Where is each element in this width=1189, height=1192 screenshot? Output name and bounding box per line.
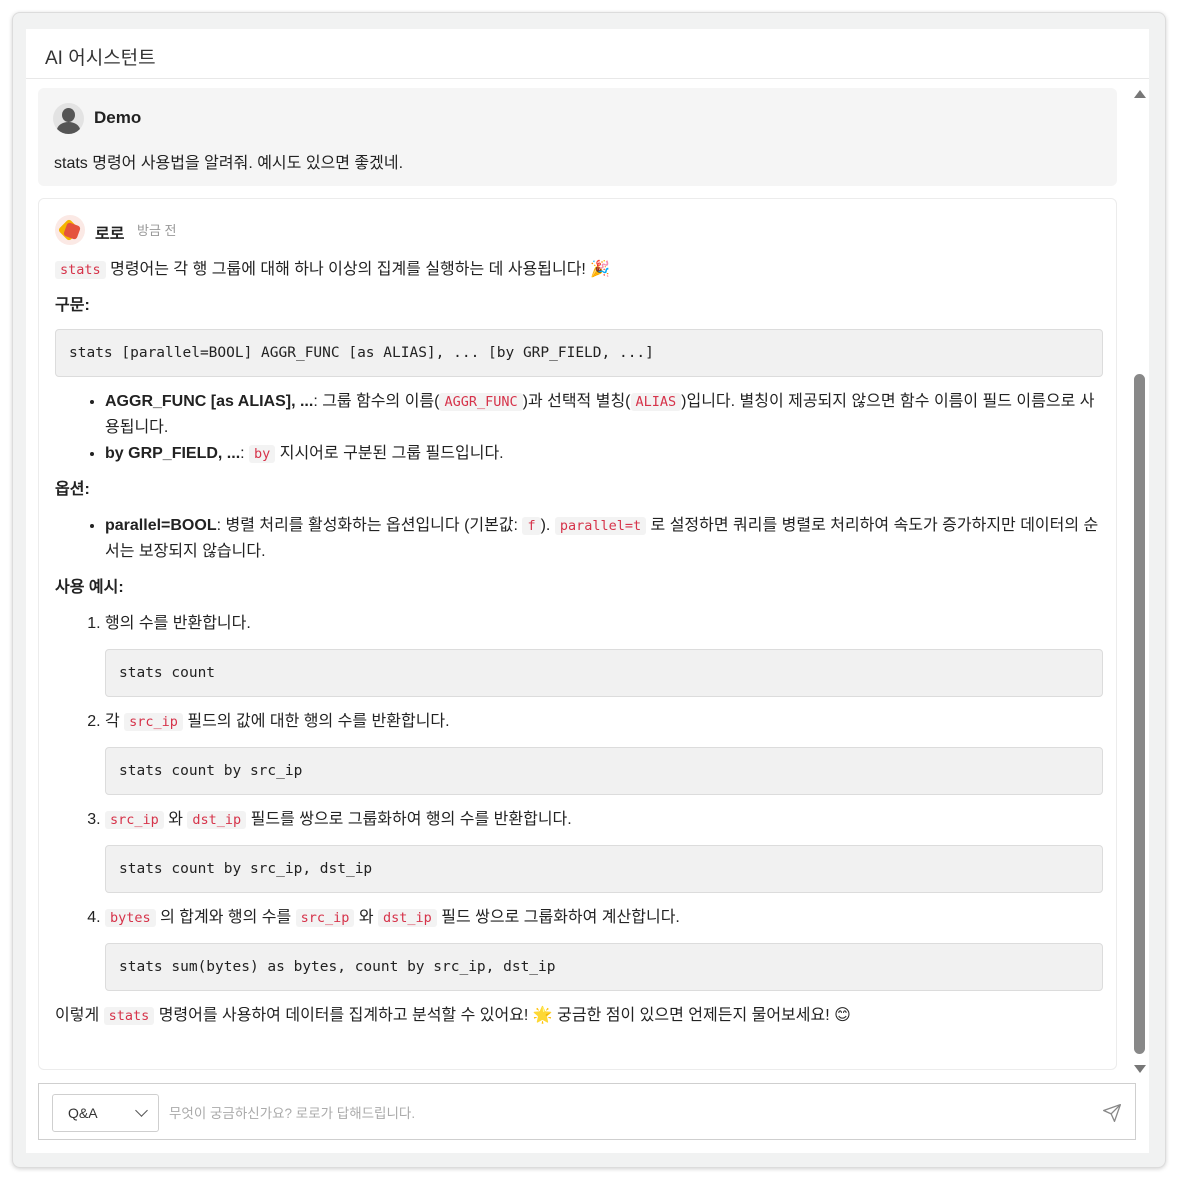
example-item: 행의 수를 반환합니다. stats count xyxy=(105,611,1103,697)
outro-text: 명령어를 사용하여 데이터를 집계하고 분석할 수 있어요! 🌟 궁금한 점이 … xyxy=(154,1007,851,1024)
message-composer: Q&A xyxy=(38,1083,1136,1140)
example-text: 와 xyxy=(354,909,379,926)
inline-code: dst_ip xyxy=(378,909,437,927)
example-code-block[interactable]: stats count xyxy=(105,649,1103,697)
example-text: 필드를 쌍으로 그룹화하여 행의 수를 반환합니다. xyxy=(246,811,572,828)
syntax-code-block[interactable]: stats [parallel=BOOL] AGGR_FUNC [as ALIA… xyxy=(55,329,1103,377)
outro-paragraph: 이렇게 stats 명령어를 사용하여 데이터를 집계하고 분석할 수 있어요!… xyxy=(55,1003,1103,1029)
syntax-list: AGGR_FUNC [as ALIAS], ...: 그룹 함수의 이름(AGG… xyxy=(105,389,1103,467)
example-item: 각 src_ip 필드의 값에 대한 행의 수를 반환합니다. stats co… xyxy=(105,709,1103,795)
item-text: ). xyxy=(540,517,555,534)
examples-list: 행의 수를 반환합니다. stats count 각 src_ip 필드의 값에… xyxy=(105,611,1103,991)
assistant-name: 로로 xyxy=(95,226,125,243)
inline-code: stats xyxy=(103,1007,155,1025)
example-text: 행의 수를 반환합니다. xyxy=(105,615,251,632)
chevron-down-icon xyxy=(135,1104,148,1117)
example-item: src_ip 와 dst_ip 필드를 쌍으로 그룹화하여 행의 수를 반환합니… xyxy=(105,807,1103,893)
outro-text: 이렇게 xyxy=(55,1007,104,1024)
inline-code: AGGR_FUNC xyxy=(439,393,523,411)
item-text: 지시어로 구분된 그룹 필드입니다. xyxy=(275,445,504,462)
list-item: AGGR_FUNC [as ALIAS], ...: 그룹 함수의 이름(AGG… xyxy=(105,389,1103,441)
user-message-text: stats 명령어 사용법을 알려줘. 예시도 있으면 좋겠네. xyxy=(54,155,404,172)
inline-code: stats xyxy=(55,261,106,279)
message-time: 방금 전 xyxy=(137,223,177,238)
inline-code: parallel=t xyxy=(554,517,647,535)
scroll-down-arrow-icon[interactable] xyxy=(1134,1065,1146,1073)
intro-text: 명령어는 각 행 그룹에 대해 하나 이상의 집계를 실행하는 데 사용됩니다!… xyxy=(110,261,611,278)
example-code-block[interactable]: stats count by src_ip, dst_ip xyxy=(105,845,1103,893)
examples-heading: 사용 예시: xyxy=(55,579,124,596)
item-text: : 병렬 처리를 활성화하는 옵션입니다 (기본값: xyxy=(216,517,523,534)
inline-code: f xyxy=(522,517,541,535)
panel-title: AI 어시스턴트 xyxy=(45,48,156,69)
mode-select-value: Q&A xyxy=(68,1105,98,1121)
example-text: 필드의 값에 대한 행의 수를 반환합니다. xyxy=(182,713,450,730)
scroll-up-arrow-icon[interactable] xyxy=(1134,90,1146,98)
chat-history[interactable]: Demo stats 명령어 사용법을 알려줘. 예시도 있으면 좋겠네. 로로… xyxy=(38,88,1118,1070)
intro-paragraph: stats 명령어는 각 행 그룹에 대해 하나 이상의 집계를 실행하는 데 … xyxy=(55,257,1103,283)
inline-code: dst_ip xyxy=(187,811,247,829)
term: AGGR_FUNC [as ALIAS], ... xyxy=(105,393,314,410)
inline-code: src_ip xyxy=(105,811,164,829)
inline-code: src_ip xyxy=(124,713,183,731)
assistant-panel: AI 어시스턴트 Demo stats 명령어 사용법을 알려줘. 예시도 있으… xyxy=(26,29,1149,1153)
item-text: : 그룹 함수의 이름( xyxy=(313,393,440,410)
example-text: 의 합계와 행의 수를 xyxy=(155,909,296,926)
list-item: parallel=BOOL: 병렬 처리를 활성화하는 옵션입니다 (기본값: … xyxy=(105,513,1103,565)
question-input[interactable] xyxy=(169,1094,1069,1132)
example-text: 각 xyxy=(105,713,125,730)
assistant-message: 로로 방금 전 stats 명령어는 각 행 그룹에 대해 하나 이상의 집계를… xyxy=(38,198,1117,1070)
example-text: 와 xyxy=(163,811,188,828)
item-text: : xyxy=(240,445,250,462)
list-item: by GRP_FIELD, ...: by 지시어로 구분된 그룹 필드입니다. xyxy=(105,441,1103,467)
term: by GRP_FIELD, ... xyxy=(105,445,241,462)
user-message: Demo stats 명령어 사용법을 알려줘. 예시도 있으면 좋겠네. xyxy=(38,88,1117,186)
options-heading: 옵션: xyxy=(55,481,90,498)
scrollbar-thumb[interactable] xyxy=(1134,374,1145,1054)
term: parallel=BOOL xyxy=(105,517,217,534)
inline-code: bytes xyxy=(105,909,156,927)
example-item: bytes 의 합계와 행의 수를 src_ip 와 dst_ip 필드 쌍으로… xyxy=(105,905,1103,991)
send-icon[interactable] xyxy=(1102,1103,1122,1123)
title-bar: AI 어시스턴트 xyxy=(26,29,1149,79)
example-code-block[interactable]: stats count by src_ip xyxy=(105,747,1103,795)
user-avatar-icon xyxy=(53,103,84,134)
roro-avatar-icon xyxy=(55,215,85,245)
inline-code: ALIAS xyxy=(630,393,682,411)
inline-code: by xyxy=(249,445,276,463)
options-list: parallel=BOOL: 병렬 처리를 활성화하는 옵션입니다 (기본값: … xyxy=(105,513,1103,565)
inline-code: src_ip xyxy=(295,909,355,927)
mode-select[interactable]: Q&A xyxy=(52,1094,159,1132)
user-name: Demo xyxy=(94,108,142,127)
example-code-block[interactable]: stats sum(bytes) as bytes, count by src_… xyxy=(105,943,1103,991)
syntax-heading: 구문: xyxy=(55,297,90,314)
message-body: stats 명령어는 각 행 그룹에 대해 하나 이상의 집계를 실행하는 데 … xyxy=(55,257,1103,1029)
item-text: )과 선택적 별칭( xyxy=(522,393,631,410)
example-text: 필드 쌍으로 그룹화하여 계산합니다. xyxy=(436,909,680,926)
